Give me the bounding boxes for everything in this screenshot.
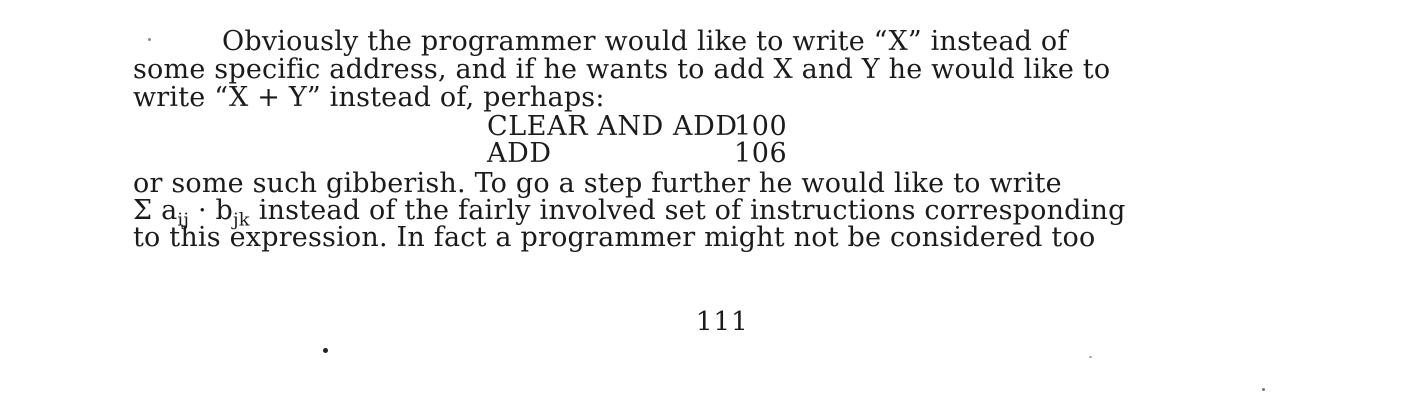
paragraph-line-1: Obviously the programmer would like to w… <box>222 26 1068 57</box>
paragraph-line-6: to this expression. In fact a programmer… <box>133 222 1096 253</box>
scan-speck <box>1089 356 1092 358</box>
paragraph-line-3: write “X + Y” instead of, perhaps: <box>133 82 605 113</box>
document-page: Obviously the programmer would like to w… <box>0 0 1416 406</box>
paragraph-line-2: some specific address, and if he wants t… <box>133 54 1111 85</box>
code-operand-1: 100 <box>734 111 788 142</box>
page-number: 111 <box>696 307 749 337</box>
code-op-2: ADD <box>487 138 552 169</box>
scan-speck <box>148 38 151 41</box>
scan-speck <box>323 348 328 353</box>
paragraph-line-4: or some such gibberish. To go a step fur… <box>133 168 1062 199</box>
scan-speck <box>1262 388 1265 391</box>
code-op-1: CLEAR AND ADD <box>487 111 738 142</box>
code-operand-2: 106 <box>734 138 788 169</box>
